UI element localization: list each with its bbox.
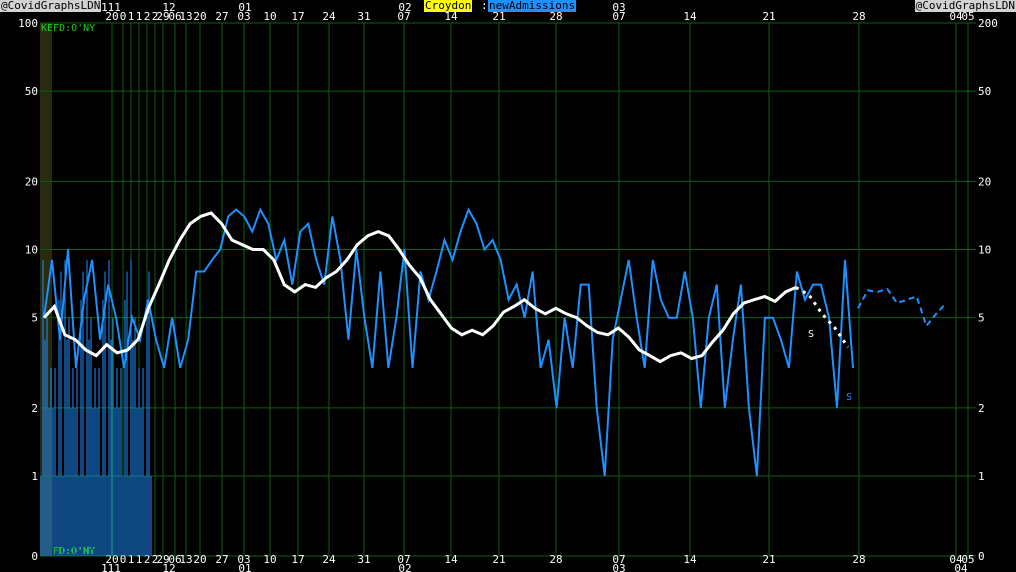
x-tick-label-bottom: 14	[444, 553, 458, 566]
x-tick-label-bottom: 20	[193, 553, 206, 566]
x-tick-label-top: 24	[322, 10, 336, 23]
x-month-label-top: 12	[162, 1, 175, 14]
y-tick-label-left: 20	[25, 175, 38, 188]
credit-left: @CovidGraphsLDN	[0, 0, 102, 12]
y-tick-label-right: 20	[978, 175, 991, 188]
y-tick-label-left: 1	[31, 470, 38, 483]
x-month-label-top: 01	[238, 1, 251, 14]
x-month-label-top: 02	[398, 1, 411, 14]
admissions-chart: 0125102050100 0125102050200 20 0 1 1 2 229061…	[18, 1, 998, 572]
x-month-label-top: 03	[612, 1, 625, 14]
x-month-label-bottom: 01	[238, 562, 251, 572]
y-tick-label-left: 0	[31, 550, 38, 563]
x-tick-label-bottom: 24	[322, 553, 336, 566]
y-tick-label-right: 2	[978, 402, 985, 415]
y-tick-label-right: 5	[978, 312, 985, 325]
x-tick-label-top: 10	[263, 10, 276, 23]
x-tick-label-bottom: 17	[291, 553, 304, 566]
y-axis-left: 0 1 2 5 10 20 50 100	[18, 17, 38, 563]
y-tick-label-left: 5	[31, 312, 38, 325]
x-tick-label-top: 31	[357, 10, 370, 23]
x-tick-label-top: 1	[136, 10, 143, 23]
x-tick-label-top: 2	[144, 10, 151, 23]
x-tick-label-bottom: 13	[179, 553, 192, 566]
x-month-label-bottom: 04	[954, 562, 968, 572]
y-tick-label-right: 200	[978, 17, 998, 30]
credit-right: @CovidGraphsLDN	[914, 0, 1016, 12]
x-month-label-bottom: 02	[398, 562, 411, 572]
x-tick-label-top: 20	[193, 10, 206, 23]
x-tick-label-top: 1	[128, 10, 135, 23]
metric-badge: newAdmissions	[488, 0, 577, 12]
marker-label: S	[846, 392, 852, 403]
x-tick-label-bottom: 28	[549, 553, 562, 566]
corner-label-bottom: FD:O'NY	[53, 546, 95, 557]
x-tick-label-bottom: 28	[852, 553, 865, 566]
area-badge: Croydon	[424, 0, 473, 12]
marker-label: S	[808, 329, 814, 340]
y-axis-right: 0 1 2 5 10 20 50 200	[978, 17, 998, 563]
x-tick-label-bottom: 31	[357, 553, 370, 566]
x-month-label-bottom: 111	[101, 562, 121, 572]
x-month-label-bottom: 12	[162, 562, 175, 572]
x-tick-label-top: 21	[762, 10, 775, 23]
y-tick-label-right: 50	[978, 85, 991, 98]
y-tick-label-left: 10	[25, 244, 38, 257]
x-month-label-bottom: 03	[612, 562, 625, 572]
x-month-label-top: 111	[101, 1, 121, 14]
x-tick-label-top: 28	[852, 10, 865, 23]
x-tick-label-bottom: 27	[215, 553, 228, 566]
x-tick-label-bottom: 21	[762, 553, 775, 566]
y-tick-label-left: 100	[18, 17, 38, 30]
x-tick-label-bottom: 10	[263, 553, 276, 566]
x-tick-label-top: 14	[683, 10, 697, 23]
x-tick-label-top: 17	[291, 10, 304, 23]
y-tick-label-left: 2	[31, 402, 38, 415]
x-tick-label-top: 27	[215, 10, 228, 23]
x-tick-label-top: 13	[179, 10, 192, 23]
y-tick-label-right: 10	[978, 244, 991, 257]
corner-label-top: KEFD:O'NY	[41, 23, 95, 34]
y-tick-label-left: 50	[25, 85, 38, 98]
x-tick-label-bottom: 21	[492, 553, 505, 566]
x-tick-label-bottom: 14	[683, 553, 697, 566]
y-tick-label-right: 0	[978, 550, 985, 563]
y-tick-label-right: 1	[978, 470, 985, 483]
